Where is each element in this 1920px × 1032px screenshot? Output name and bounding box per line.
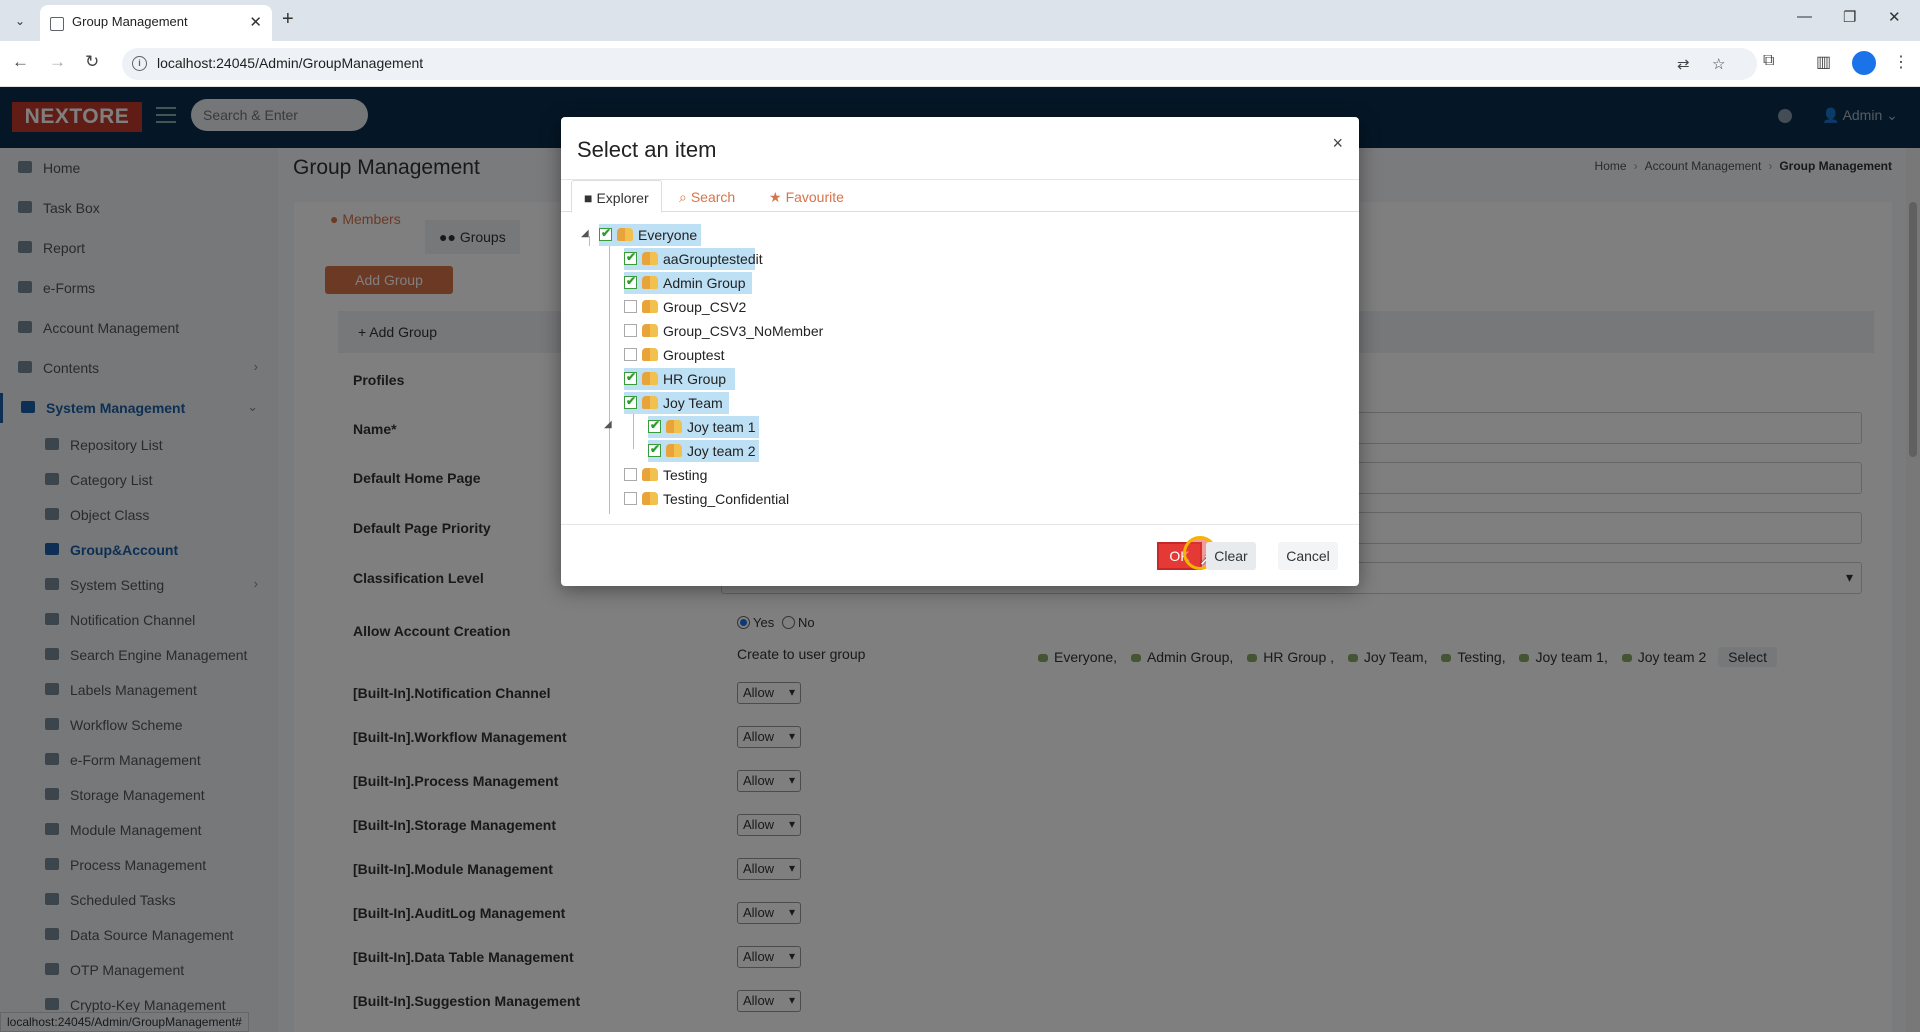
restore-icon[interactable]: ❐ [1843,8,1856,26]
node-label: Everyone [638,227,698,243]
node-label: Grouptest [663,347,725,363]
node-label: Testing_Confidential [663,491,790,507]
collapse-icon[interactable]: ◢ [604,419,612,430]
group-icon [642,348,658,361]
dialog-tabs: ■ Explorer ⌕ Search ★ Favourite [561,180,1359,213]
tab-favourite[interactable]: ★ Favourite [757,180,856,213]
sidepanel-icon[interactable]: ▥ [1816,52,1831,72]
tree-node-aagrouptestedit[interactable]: aaGrouptestedit [624,248,763,270]
node-checkbox[interactable] [624,348,637,361]
group-tree: ◢ ◢ Everyone aaGrouptestedit Admin Group… [581,224,1341,524]
folder-icon: ■ [584,190,593,206]
node-label: Group_CSV2 [663,299,747,315]
node-checkbox[interactable] [624,370,637,385]
group-icon [666,444,682,457]
node-checkbox[interactable] [648,418,661,433]
node-label: Joy team 1 [687,419,756,435]
group-icon [642,300,658,313]
page-icon [50,17,64,31]
site-info-icon[interactable]: i [132,56,147,71]
group-icon [642,324,658,337]
close-tab-icon[interactable]: ✕ [249,13,262,31]
tab-explorer[interactable]: ■ Explorer [571,180,662,213]
new-tab-icon[interactable]: + [282,8,294,31]
tree-node-testing[interactable]: Testing [624,464,734,486]
node-checkbox[interactable] [624,250,637,265]
tree-node-testing-confidential[interactable]: Testing_Confidential [624,488,814,510]
tab-title: Group Management [72,14,188,29]
node-checkbox[interactable] [624,468,637,481]
group-icon [642,252,658,265]
profile-avatar[interactable] [1852,51,1876,75]
url-field[interactable]: i localhost:24045/Admin/GroupManagement … [122,48,1757,80]
tab-label: Explorer [596,190,649,206]
close-window-icon[interactable]: ✕ [1888,8,1901,26]
node-checkbox[interactable] [624,300,637,313]
tree-connector [589,236,590,246]
tree-node-joy-team-1[interactable]: Joy team 1 [648,416,759,438]
group-icon [642,492,658,505]
node-checkbox[interactable] [599,226,612,241]
node-label: Group_CSV3_NoMember [663,323,824,339]
tab-label: Search [690,189,736,205]
extensions-icon[interactable]: ⧉ [1763,52,1774,70]
tree-connector [609,244,610,514]
browser-tab[interactable]: Group Management ✕ [40,5,272,41]
cancel-button[interactable]: Cancel [1278,542,1338,570]
forward-icon[interactable]: → [49,52,66,72]
node-label: Testing [663,467,708,483]
tree-node-hr-group[interactable]: HR Group [624,368,735,390]
tree-node-group-csv3[interactable]: Group_CSV3_NoMember [624,320,824,342]
clear-button[interactable]: Clear [1206,542,1256,570]
tree-node-everyone[interactable]: Everyone [599,224,701,246]
divider [561,524,1359,525]
url-text: localhost:24045/Admin/GroupManagement [157,55,424,71]
reload-icon[interactable]: ↻ [85,52,99,72]
tree-node-joy-team[interactable]: Joy Team [624,392,729,414]
group-icon [642,468,658,481]
minimize-icon[interactable]: — [1797,8,1812,25]
translate-icon[interactable]: ⇄ [1677,55,1690,73]
tab-search-icon[interactable]: ⌄ [8,10,32,32]
node-label: HR Group [663,371,727,387]
tree-node-group-csv2[interactable]: Group_CSV2 [624,296,754,318]
node-label: aaGrouptestedit [663,251,763,267]
back-icon[interactable]: ← [12,52,29,72]
node-checkbox[interactable] [624,492,637,505]
star-icon: ★ [769,189,782,205]
bookmark-star-icon[interactable]: ☆ [1712,55,1725,73]
collapse-icon[interactable]: ◢ [581,228,589,239]
select-item-dialog: Select an item × ■ Explorer ⌕ Search ★ Favo… [561,117,1359,586]
group-icon [642,372,658,385]
node-checkbox[interactable] [648,442,661,457]
tab-label: Favourite [785,189,844,205]
dialog-title: Select an item [577,137,717,162]
tree-node-admin-group[interactable]: Admin Group [624,272,752,294]
node-label: Joy Team [663,395,723,411]
group-icon [617,228,633,241]
group-icon [642,276,658,289]
node-label: Joy team 2 [687,443,756,459]
address-bar-row: ← → ↻ i localhost:24045/Admin/GroupManag… [0,41,1920,87]
group-icon [666,420,682,433]
browser-menu-icon[interactable]: ⋮ [1893,52,1909,72]
node-checkbox[interactable] [624,274,637,289]
tree-node-grouptest[interactable]: Grouptest [624,344,744,366]
group-icon [642,396,658,409]
close-icon[interactable]: × [1332,133,1343,154]
tab-search[interactable]: ⌕ Search [667,180,747,213]
node-label: Admin Group [663,275,746,291]
browser-tab-bar: ⌄ Group Management ✕ + — ❐ ✕ [0,0,1920,41]
search-icon: ⌕ [679,189,687,205]
tree-node-joy-team-2[interactable]: Joy team 2 [648,440,759,462]
node-checkbox[interactable] [624,394,637,409]
node-checkbox[interactable] [624,324,637,337]
